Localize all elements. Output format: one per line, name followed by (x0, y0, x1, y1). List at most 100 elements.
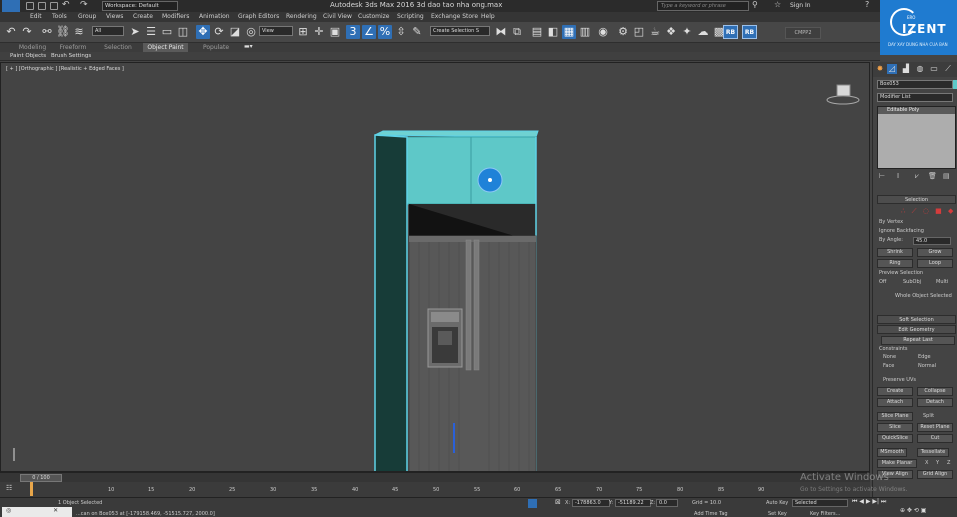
time-slider-thumb[interactable]: 0 / 100 (20, 474, 62, 482)
menu-create[interactable]: Create (133, 13, 153, 20)
constraint-normal-radio[interactable]: Normal (918, 363, 936, 369)
help-icon[interactable]: ? (865, 0, 869, 9)
a360-render-icon[interactable]: ☁ (696, 25, 710, 39)
move-icon[interactable]: ✥ (196, 25, 210, 39)
shrink-button[interactable]: Shrink (877, 248, 913, 257)
paint-objects-panel[interactable]: Paint Objects (10, 53, 46, 59)
by-angle-spinner[interactable]: 45.0 (913, 237, 951, 245)
rb-button-2[interactable]: RB (742, 25, 757, 39)
set-key-button[interactable]: Set Key (768, 511, 787, 517)
preview-off-radio[interactable]: Off (879, 279, 886, 285)
configure-sets-icon[interactable]: ▤ (943, 172, 950, 180)
menu-customize[interactable]: Customize (358, 13, 390, 20)
mirror-icon[interactable]: ⧓ (494, 25, 508, 39)
lock-selection-icon[interactable] (528, 499, 537, 508)
unlink-icon[interactable]: ⛓ (56, 25, 70, 39)
menu-animation[interactable]: Animation (199, 13, 230, 20)
select-manipulate-icon[interactable]: ✛ (312, 25, 326, 39)
graphite-tools-icon[interactable]: ◧ (546, 25, 560, 39)
save-file-icon[interactable] (50, 2, 58, 10)
planar-z-button[interactable]: Z (947, 460, 950, 466)
snaps-toggle-icon[interactable]: 3 (346, 25, 360, 39)
slice-button[interactable]: Slice (877, 423, 913, 432)
auto-key-button[interactable]: Auto Key (766, 500, 788, 506)
menu-group[interactable]: Group (78, 13, 96, 20)
material-editor-icon[interactable]: ◉ (596, 25, 610, 39)
preview-multi-radio[interactable]: Multi (936, 279, 948, 285)
curve-editor-mini-icon[interactable]: ☷ (6, 484, 12, 492)
search-icon[interactable]: ⚲ (752, 0, 758, 9)
redo-icon[interactable]: ↷ (20, 25, 34, 39)
time-slider[interactable]: 0 / 100 (0, 472, 870, 482)
select-by-name-icon[interactable]: ☰ (144, 25, 158, 39)
menu-tools[interactable]: Tools (52, 13, 67, 20)
model-fridge[interactable] (1, 63, 870, 472)
menu-modifiers[interactable]: Modifiers (162, 13, 189, 20)
show-end-result-icon[interactable]: Ⅰ (897, 172, 899, 180)
modifier-stack[interactable]: Editable Poly (877, 106, 956, 169)
brush-settings-panel[interactable]: Brush Settings (51, 53, 91, 59)
reference-coordinate-dropdown[interactable]: View (259, 26, 293, 36)
tessellate-button[interactable]: Tessellate (917, 448, 949, 457)
select-object-icon[interactable]: ➤ (128, 25, 142, 39)
render-setup-icon[interactable]: ⚙ (616, 25, 630, 39)
soft-selection-rollout[interactable]: Soft Selection (877, 315, 956, 324)
x-coordinate-field[interactable]: -178863.0 (572, 499, 610, 507)
stack-item-editable-poly[interactable]: Editable Poly (878, 107, 955, 114)
grid-align-button[interactable]: Grid Align (917, 470, 953, 479)
y-coordinate-field[interactable]: -51189.22 (615, 499, 651, 507)
grow-button[interactable]: Grow (917, 248, 953, 257)
window-crossing-icon[interactable]: ◫ (176, 25, 190, 39)
new-file-icon[interactable] (26, 2, 34, 10)
redo-icon[interactable]: ↷ (80, 0, 88, 10)
create-button[interactable]: Create (877, 387, 913, 396)
edit-named-selection-icon[interactable]: ✎ (410, 25, 424, 39)
undo-icon[interactable]: ↶ (4, 25, 18, 39)
layer-manager-icon[interactable]: ▤ (530, 25, 544, 39)
collapse-button[interactable]: Collapse (917, 387, 953, 396)
menu-views[interactable]: Views (106, 13, 123, 20)
perspective-viewport[interactable]: [ + ] [Orthographic ] [Realistic + Edged… (0, 62, 870, 472)
subobject-icons[interactable]: ∴ ⟋ ◌ ■ ◆ (901, 207, 955, 216)
percent-snap-icon[interactable]: % (378, 25, 392, 39)
tab-selection[interactable]: Selection (98, 43, 138, 52)
motion-tab-icon[interactable]: ◍ (915, 64, 925, 74)
planar-y-button[interactable]: Y (936, 460, 939, 466)
menu-rendering[interactable]: Rendering (286, 13, 317, 20)
render-iterative-icon[interactable]: ❖ (664, 25, 678, 39)
split-checkbox[interactable]: Split (923, 413, 934, 419)
schematic-view-icon[interactable]: ▥ (578, 25, 592, 39)
star-icon[interactable]: ☆ (774, 0, 781, 9)
preserve-uvs-checkbox[interactable]: Preserve UVs (883, 377, 916, 383)
selection-rollout[interactable]: Selection (877, 195, 956, 204)
selection-filter-dropdown[interactable]: All (92, 26, 124, 36)
rotate-icon[interactable]: ⟳ (212, 25, 226, 39)
planar-x-button[interactable]: X (925, 460, 928, 466)
rendered-frame-icon[interactable]: ◰ (632, 25, 646, 39)
quickslice-button[interactable]: QuickSlice (877, 434, 913, 443)
make-unique-icon[interactable]: ⩗ (915, 172, 919, 181)
reset-plane-button[interactable]: Reset Plane (917, 423, 953, 432)
render-production-icon[interactable]: ☕ (648, 25, 662, 39)
keyboard-shortcut-icon[interactable]: ▣ (328, 25, 342, 39)
align-icon[interactable]: ⧉ (510, 25, 524, 39)
repeat-last-button[interactable]: Repeat Last (881, 336, 955, 345)
rect-selection-icon[interactable]: ▭ (160, 25, 174, 39)
absolute-mode-icon[interactable]: ⊠ (555, 498, 561, 506)
cmpp-button[interactable]: CMPP2 (785, 27, 821, 39)
scale-icon[interactable]: ◪ (228, 25, 242, 39)
ring-button[interactable]: Ring (877, 259, 913, 268)
z-coordinate-field[interactable]: 0.0 (656, 499, 678, 507)
object-name-field[interactable]: Box053 (877, 80, 953, 89)
modify-tab-icon[interactable]: ◿ (887, 64, 897, 74)
by-vertex-checkbox[interactable]: By Vertex (879, 219, 903, 225)
tab-populate[interactable]: Populate (196, 43, 236, 52)
edit-geometry-rollout[interactable]: Edit Geometry (877, 325, 956, 334)
menu-help[interactable]: Help (481, 13, 495, 20)
preview-subobj-radio[interactable]: SubObj (903, 279, 921, 285)
open-file-icon[interactable] (38, 2, 46, 10)
remove-modifier-icon[interactable]: 🗑 (928, 172, 937, 180)
link-icon[interactable]: ⚯ (40, 25, 54, 39)
maxscript-listener-icon[interactable]: ◎ ✕ (2, 507, 72, 517)
menu-exchange-store[interactable]: Exchange Store (431, 13, 478, 20)
